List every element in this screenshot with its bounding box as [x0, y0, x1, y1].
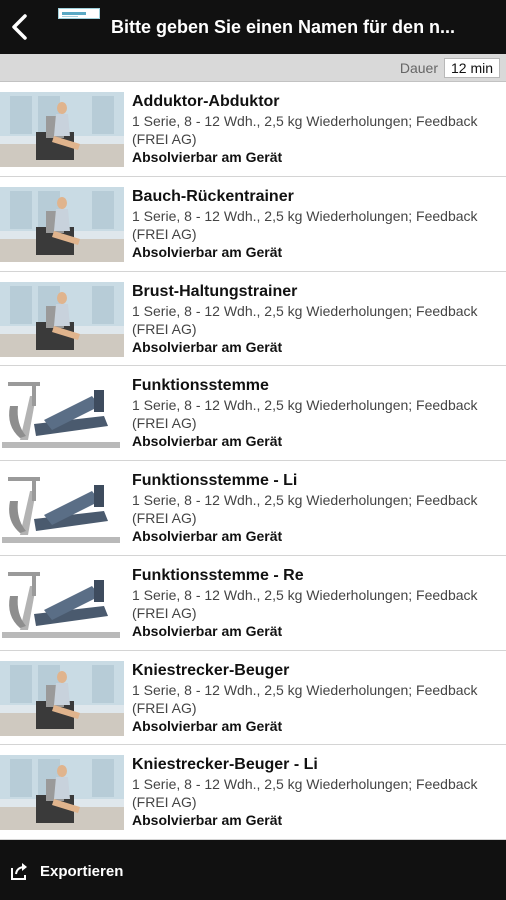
exercise-image — [0, 660, 124, 736]
exercise-row[interactable]: Funktionsstemme 1 Serie, 8 - 12 Wdh., 2,5… — [0, 366, 506, 461]
exercise-row[interactable]: Funktionsstemme - Li 1 Serie, 8 - 12 Wdh.… — [0, 461, 506, 556]
exercise-name: Kniestrecker-Beuger - Li — [132, 756, 318, 774]
duration-bar: Dauer 12 min — [0, 54, 506, 82]
exercise-detail: 1 Serie, 8 - 12 Wdh., 2,5 kg Wiederholun… — [132, 776, 478, 811]
exercise-detail: 1 Serie, 8 - 12 Wdh., 2,5 kg Wiederholun… — [132, 492, 478, 526]
duration-label: Dauer — [399, 60, 438, 76]
page-title: Bitte geben Sie einen Namen für den n... — [111, 17, 456, 37]
exercise-text: Brust-Haltungstrainer 1 Serie, 8 - 12 Wdh… — [132, 282, 502, 356]
exercise-image — [0, 755, 124, 831]
exercise-row[interactable]: Kniestrecker-Beuger 1 Serie, 8 - 12 Wdh.,… — [0, 651, 506, 746]
exercise-name: Funktionsstemme - Re — [132, 566, 304, 584]
duration-value[interactable]: 12 min — [444, 58, 500, 78]
exercise-text: Kniestrecker-Beuger 1 Serie, 8 - 12 Wdh.,… — [132, 661, 502, 735]
exercise-row[interactable]: Adduktor-Abduktor 1 Serie, 8 - 12 Wdh., 2… — [0, 82, 506, 177]
exercise-name: Adduktor-Abduktor — [132, 93, 280, 110]
back-button[interactable] — [6, 8, 32, 46]
exercise-name: Funktionsstemme — [132, 377, 269, 395]
exercise-detail: 1 Serie, 8 - 12 Wdh., 2,5 kg Wiederholun… — [132, 302, 478, 337]
app-logo — [58, 8, 100, 19]
exercise-name: Bauch-Rückentrainer — [132, 187, 294, 205]
exercise-row[interactable]: Brust-Haltungstrainer 1 Serie, 8 - 12 Wdh… — [0, 272, 506, 367]
exercise-detail: 1 Serie, 8 - 12 Wdh., 2,5 kg Wiederholun… — [132, 681, 478, 716]
exercise-row[interactable]: Funktionsstemme - Re 1 Serie, 8 - 12 Wdh.… — [0, 556, 506, 651]
exercise-row[interactable]: Bauch-Rückentrainer 1 Serie, 8 - 12 Wdh.,… — [0, 177, 506, 272]
exercise-text: Funktionsstemme - Li 1 Serie, 8 - 12 Wdh.… — [132, 471, 502, 545]
exercise-status: Absolvierbar am Gerät — [132, 243, 283, 260]
exercise-name: Funktionsstemme - Li — [132, 472, 298, 489]
exercise-image — [0, 565, 124, 641]
exercise-text: Adduktor-Abduktor 1 Serie, 8 - 12 Wdh., 2… — [132, 92, 502, 166]
exercise-text: Kniestrecker-Beuger - Li 1 Serie, 8 - 12 … — [132, 755, 502, 829]
exercise-image — [0, 471, 124, 546]
exercise-name: Brust-Haltungstrainer — [132, 282, 298, 300]
chevron-left-icon — [12, 14, 27, 40]
exercise-text: Funktionsstemme 1 Serie, 8 - 12 Wdh., 2,5… — [132, 376, 502, 450]
exercise-status: Absolvierbar am Gerät — [132, 338, 283, 355]
exercise-text: Bauch-Rückentrainer 1 Serie, 8 - 12 Wdh.,… — [132, 187, 502, 261]
exercise-list: Adduktor-Abduktor 1 Serie, 8 - 12 Wdh., 2… — [0, 82, 506, 840]
exercise-status: Absolvierbar am Gerät — [132, 717, 283, 734]
share-export-icon — [11, 863, 27, 880]
exercise-detail: 1 Serie, 8 - 12 Wdh., 2,5 kg Wiederholun… — [132, 397, 478, 432]
exercise-row[interactable]: Kniestrecker-Beuger - Li 1 Serie, 8 - 12 … — [0, 745, 506, 840]
exercise-status: Absolvierbar am Gerät — [132, 149, 283, 165]
exercise-image — [0, 92, 124, 167]
exercise-detail: 1 Serie, 8 - 12 Wdh., 2,5 kg Wiederholun… — [132, 207, 478, 242]
export-button[interactable]: Exportieren — [8, 858, 123, 884]
exercise-status: Absolvierbar am Gerät — [132, 433, 283, 450]
exercise-status: Absolvierbar am Gerät — [132, 812, 283, 829]
top-bar: Bitte geben Sie einen Namen für den n... — [0, 0, 506, 54]
bottom-toolbar: Exportieren — [0, 840, 506, 900]
exercise-image — [0, 186, 124, 262]
exercise-name: Kniestrecker-Beuger — [132, 661, 290, 679]
exercise-detail: 1 Serie, 8 - 12 Wdh., 2,5 kg Wiederholun… — [132, 586, 478, 621]
exercise-status: Absolvierbar am Gerät — [132, 528, 283, 544]
exercise-text: Funktionsstemme - Re 1 Serie, 8 - 12 Wdh.… — [132, 566, 502, 640]
exercise-status: Absolvierbar am Gerät — [132, 622, 283, 639]
exercise-image — [0, 376, 124, 452]
exercise-image — [0, 281, 124, 357]
export-label: Exportieren — [40, 862, 124, 880]
exercise-detail: 1 Serie, 8 - 12 Wdh., 2,5 kg Wiederholun… — [132, 113, 478, 147]
